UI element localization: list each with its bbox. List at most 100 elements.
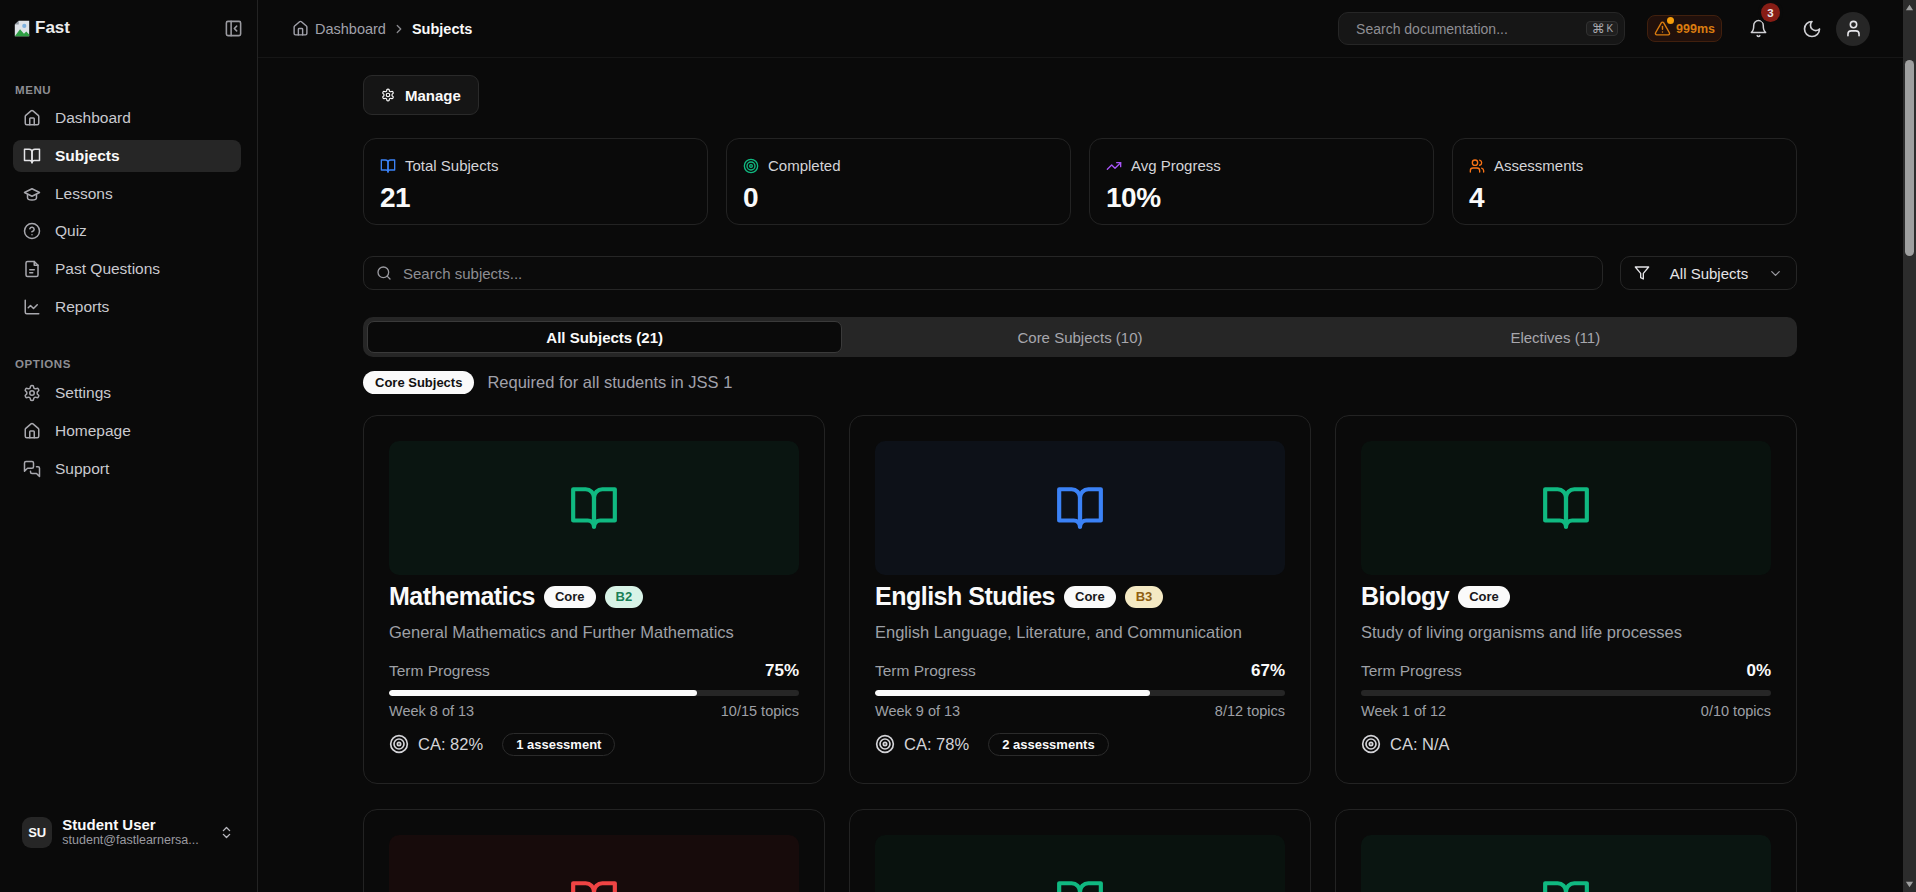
gear-icon <box>381 88 395 102</box>
progress-fill <box>875 690 1150 696</box>
section-note: Required for all students in JSS 1 <box>487 373 732 392</box>
subject-tabs: All Subjects (21) Core Subjects (10) Ele… <box>363 317 1797 357</box>
week-label: Week 9 of 13 <box>875 703 960 719</box>
gear-icon <box>23 384 41 402</box>
sidebar-item-label: Past Questions <box>55 260 160 278</box>
sidebar-item-lessons[interactable]: Lessons <box>13 178 241 210</box>
home-icon[interactable] <box>292 20 309 37</box>
subject-thumbnail <box>1361 835 1771 892</box>
book-open-icon <box>380 158 396 174</box>
progress-bar <box>875 690 1285 696</box>
tab-core-subjects[interactable]: Core Subjects (10) <box>842 321 1317 353</box>
users-icon <box>1469 158 1485 174</box>
topics-label: 0/10 topics <box>1701 703 1771 719</box>
stat-value: 0 <box>743 182 1054 214</box>
stat-label: Completed <box>768 157 841 174</box>
scrollbar[interactable] <box>1903 0 1916 892</box>
home-icon <box>23 422 41 440</box>
subject-search-input[interactable]: Search subjects... <box>363 256 1603 290</box>
avatar: SU <box>22 817 52 848</box>
file-text-icon <box>23 260 41 278</box>
target-icon <box>1361 734 1381 754</box>
sidebar-collapse-button[interactable] <box>224 19 243 38</box>
subject-thumbnail <box>875 441 1285 575</box>
profile-button[interactable] <box>1836 12 1870 46</box>
subject-title: Mathematics <box>389 582 535 611</box>
subject-card-mathematics[interactable]: Mathematics Core B2 General Mathematics … <box>363 415 825 784</box>
tab-electives[interactable]: Electives (11) <box>1318 321 1793 353</box>
messages-square-icon <box>23 460 41 478</box>
sidebar-item-quiz[interactable]: Quiz <box>13 215 241 247</box>
chevron-down-icon <box>1768 266 1783 281</box>
book-open-icon <box>23 147 41 165</box>
subject-card[interactable] <box>1335 809 1797 892</box>
topbar: Dashboard Subjects Search documentation.… <box>258 0 1903 58</box>
progress-label: Term Progress <box>389 662 490 680</box>
manage-button[interactable]: Manage <box>363 75 479 115</box>
funnel-icon <box>1634 265 1650 281</box>
subject-description: Study of living organisms and life proce… <box>1361 623 1682 642</box>
sidebar-item-label: Reports <box>55 298 109 316</box>
topics-label: 10/15 topics <box>721 703 799 719</box>
subject-card[interactable] <box>363 809 825 892</box>
stat-card-assessments: Assessments 4 <box>1452 138 1797 225</box>
sidebar-section-menu-label: MENU <box>15 84 51 96</box>
sidebar-item-subjects[interactable]: Subjects <box>13 140 241 172</box>
subject-title: English Studies <box>875 582 1055 611</box>
sidebar: Fast MENU Dashboard Subjects Lessons Qui… <box>0 0 258 892</box>
subject-filter-dropdown[interactable]: All Subjects <box>1620 256 1797 290</box>
sidebar-item-label: Support <box>55 460 109 478</box>
notification-count-badge: 3 <box>1761 3 1780 22</box>
scrollbar-thumb[interactable] <box>1905 60 1914 256</box>
sidebar-item-past-questions[interactable]: Past Questions <box>13 253 241 285</box>
brand-logo-icon <box>14 20 30 37</box>
sidebar-section-options-label: OPTIONS <box>15 358 71 370</box>
notifications-button[interactable]: 3 <box>1749 19 1768 38</box>
topics-label: 8/12 topics <box>1215 703 1285 719</box>
target-icon <box>389 734 409 754</box>
progress-percent: 0% <box>1746 661 1771 681</box>
alert-dot <box>1667 17 1674 24</box>
sidebar-item-settings[interactable]: Settings <box>13 377 241 409</box>
latency-badge[interactable]: 999ms <box>1647 15 1722 42</box>
sidebar-item-reports[interactable]: Reports <box>13 291 241 323</box>
stat-label: Avg Progress <box>1131 157 1221 174</box>
subject-card[interactable] <box>849 809 1311 892</box>
user-menu[interactable]: SU Student User student@fastlearnersa... <box>22 816 234 848</box>
doc-search-input[interactable]: Search documentation... ⌘K <box>1338 12 1625 45</box>
sidebar-item-homepage[interactable]: Homepage <box>13 415 241 447</box>
progress-label: Term Progress <box>875 662 976 680</box>
sidebar-item-label: Dashboard <box>55 109 131 127</box>
subject-card-english-studies[interactable]: English Studies Core B3 English Language… <box>849 415 1311 784</box>
shortcut-kbd: ⌘K <box>1586 21 1618 36</box>
theme-toggle-button[interactable] <box>1802 19 1822 39</box>
panel-left-close-icon <box>224 19 243 38</box>
subject-description: English Language, Literature, and Commun… <box>875 623 1242 642</box>
sidebar-item-support[interactable]: Support <box>13 453 241 485</box>
level-badge: B2 <box>605 586 644 608</box>
breadcrumb: Dashboard Subjects <box>292 20 472 37</box>
breadcrumb-root[interactable]: Dashboard <box>315 21 386 37</box>
subject-grid-row2 <box>363 809 1797 892</box>
chevrons-up-down-icon <box>219 825 234 840</box>
scrollbar-down-arrow[interactable] <box>1903 880 1916 889</box>
sidebar-item-label: Homepage <box>55 422 131 440</box>
user-name: Student User <box>62 816 219 833</box>
progress-bar <box>1361 690 1771 696</box>
scrollbar-up-arrow[interactable] <box>1903 3 1916 12</box>
bell-icon <box>1749 19 1768 38</box>
level-badge: B3 <box>1125 586 1164 608</box>
subject-search-placeholder: Search subjects... <box>403 265 522 282</box>
sidebar-item-dashboard[interactable]: Dashboard <box>13 102 241 134</box>
user-icon <box>1844 19 1863 38</box>
book-open-icon <box>1055 877 1105 892</box>
subject-card-biology[interactable]: Biology Core Study of living organisms a… <box>1335 415 1797 784</box>
book-open-icon <box>569 483 619 533</box>
chart-line-icon <box>23 298 41 316</box>
assessments-badge: 2 assessments <box>988 733 1109 756</box>
subject-thumbnail <box>389 441 799 575</box>
graduation-cap-icon <box>23 185 41 203</box>
subject-thumbnail <box>1361 441 1771 575</box>
tab-all-subjects[interactable]: All Subjects (21) <box>367 321 842 353</box>
brand-row: Fast <box>14 14 243 42</box>
